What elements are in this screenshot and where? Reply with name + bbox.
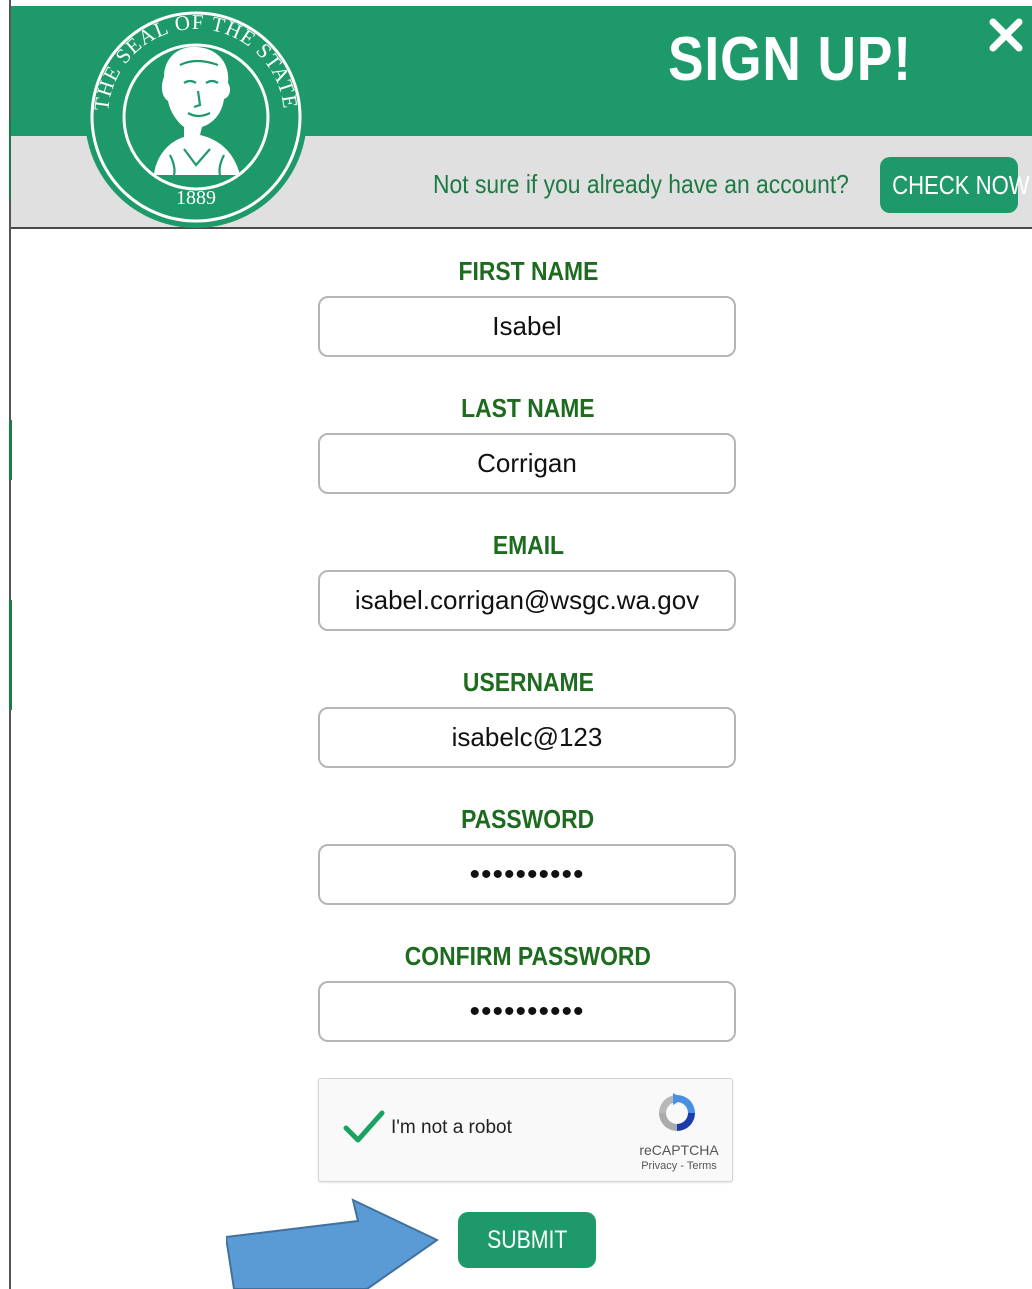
last-name-input[interactable] [318, 433, 736, 494]
email-input[interactable] [318, 570, 736, 631]
recaptcha-widget: I'm not a robot reCAPTCHA Privacy - Term… [318, 1078, 733, 1182]
recaptcha-brand-text: reCAPTCHA [639, 1142, 719, 1158]
username-label: USERNAME [462, 667, 594, 697]
svg-text:1889: 1889 [176, 187, 216, 209]
confirm-password-input[interactable] [318, 981, 736, 1042]
account-question-text: Not sure if you already have an account? [433, 169, 849, 199]
last-name-label: LAST NAME [461, 393, 595, 423]
page-title: SIGN UP! [668, 25, 912, 94]
pointer-arrow-icon [226, 1198, 439, 1289]
captcha-checkmark-icon[interactable] [343, 1109, 385, 1145]
submit-button[interactable]: SUBMIT [458, 1212, 596, 1268]
first-name-label: FIRST NAME [458, 256, 598, 286]
password-input[interactable] [318, 844, 736, 905]
username-input[interactable] [318, 707, 736, 768]
email-label: EMAIL [492, 530, 564, 560]
first-name-input[interactable] [318, 296, 736, 357]
password-label: PASSWORD [461, 804, 595, 834]
washington-state-seal: THE SEAL OF THE STATE OF WASHINGTON 1889 [84, 5, 307, 228]
confirm-password-label: CONFIRM PASSWORD [404, 941, 652, 971]
check-now-button[interactable]: CHECK NOW [880, 157, 1030, 213]
window-left-edge [0, 0, 12, 1289]
recaptcha-logo-icon [659, 1093, 695, 1131]
captcha-label: I'm not a robot [391, 1117, 512, 1138]
recaptcha-privacy-terms-link[interactable]: Privacy - Terms [619, 1160, 739, 1172]
close-icon[interactable] [985, 14, 1027, 56]
